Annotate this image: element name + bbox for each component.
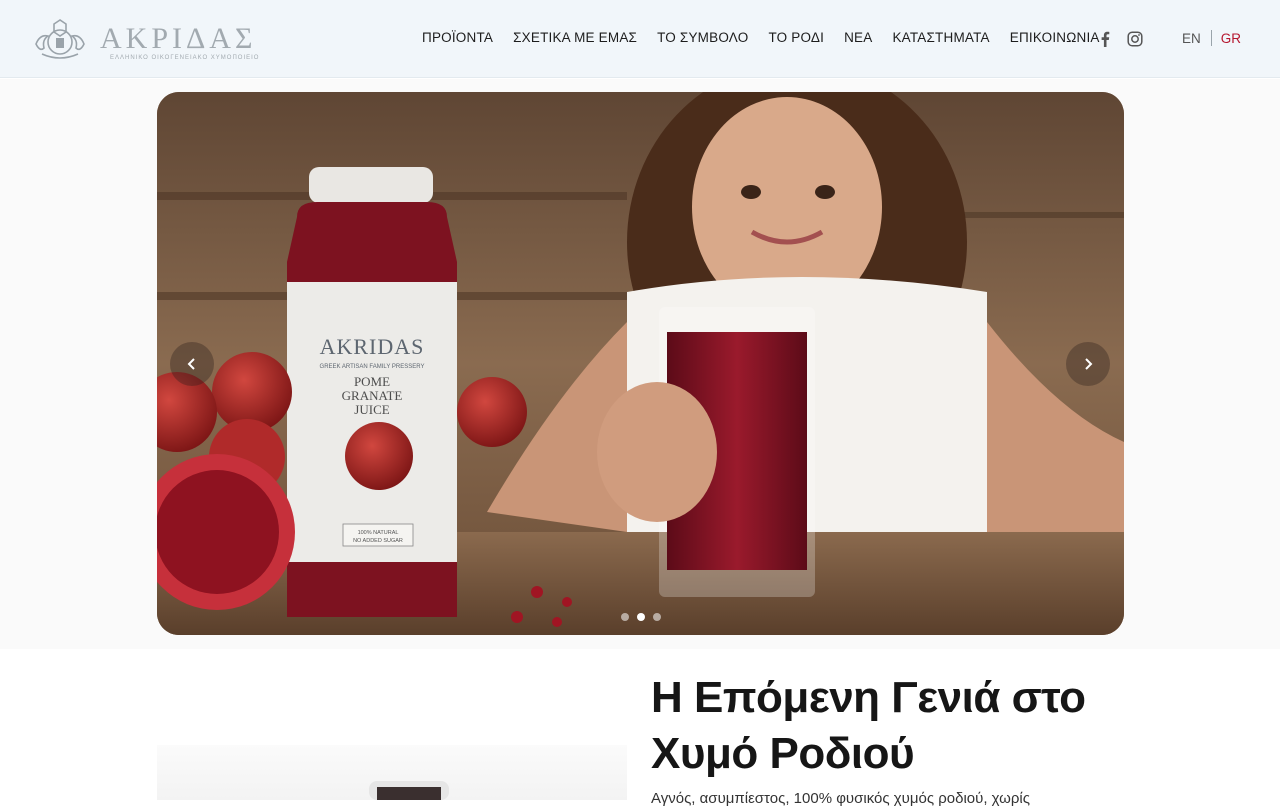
lang-gr-link[interactable]: GR: [1221, 31, 1241, 46]
language-switcher: EN GR: [1182, 30, 1241, 46]
bottle-product-2: GRANATE: [342, 388, 403, 403]
nav-item-pomegranate[interactable]: ΤΟ ΡΟΔΙ: [768, 30, 824, 45]
facebook-icon[interactable]: [1096, 30, 1114, 48]
slider-dot-1[interactable]: [621, 613, 629, 621]
main-nav: ΠΡΟΪΟΝΤΑ ΣΧΕΤΙΚΑ ΜΕ ΕΜΑΣ ΤΟ ΣΥΜΒΟΛΟ ΤΟ Ρ…: [422, 30, 1120, 45]
lang-en-link[interactable]: EN: [1182, 31, 1201, 46]
bottle-badge-1: 100% NATURAL: [358, 530, 399, 536]
nav-item-products[interactable]: ΠΡΟΪΟΝΤΑ: [422, 30, 493, 45]
bottle-product-3: JUICE: [354, 402, 389, 417]
slider-dot-3[interactable]: [653, 613, 661, 621]
slider-prev-button[interactable]: [170, 342, 214, 386]
bottle-brand: AKRIDAS: [320, 334, 425, 359]
nav-item-about[interactable]: ΣΧΕΤΙΚΑ ΜΕ ΕΜΑΣ: [513, 30, 637, 45]
nav-item-news[interactable]: ΝΕΑ: [844, 30, 872, 45]
nav-item-symbol[interactable]: ΤΟ ΣΥΜΒΟΛΟ: [657, 30, 748, 45]
slider-next-button[interactable]: [1066, 342, 1110, 386]
heading-line-1: Η Επόμενη Γενιά στο: [651, 673, 1086, 722]
nav-item-contact[interactable]: ΕΠΙΚΟΙΝΩΝΙΑ: [1010, 30, 1100, 45]
site-header: ΑΚΡΙΔΑΣ ΕΛΛΗΝΙΚΟ ΟΙΚΟΓΕΝΕΙΑΚΟ ΧΥΜΟΠΟΙΕΙΟ…: [0, 0, 1280, 78]
hero-slide-image: AKRIDAS GREEK ARTISAN FAMILY PRESSERY PO…: [157, 92, 1124, 635]
heading-line-2: Χυμό Ροδιού: [651, 729, 915, 778]
bottle-subtitle: GREEK ARTISAN FAMILY PRESSERY: [320, 364, 425, 370]
hero-slider[interactable]: AKRIDAS GREEK ARTISAN FAMILY PRESSERY PO…: [157, 92, 1124, 635]
section-heading: Η Επόμενη Γενιά στο Χυμό Ροδιού: [651, 670, 1211, 782]
bottle-product-1: POME: [354, 374, 390, 389]
logo-tagline: ΕΛΛΗΝΙΚΟ ΟΙΚΟΓΕΝΕΙΑΚΟ ΧΥΜΟΠΟΙΕΙΟ: [110, 55, 259, 61]
section-body-text: Αγνός, ασυμπίεστος, 100% φυσικός χυμός ρ…: [651, 790, 1030, 807]
instagram-icon[interactable]: [1126, 30, 1144, 48]
nav-item-stores[interactable]: ΚΑΤΑΣΤΗΜΑΤΑ: [892, 30, 989, 45]
social-links: [1096, 30, 1144, 48]
bottle-badge-2: NO ADDED SUGAR: [353, 538, 403, 544]
product-image: [157, 745, 627, 800]
chevron-right-icon: [1085, 358, 1093, 370]
slider-dot-2[interactable]: [637, 613, 645, 621]
brand-logo[interactable]: ΑΚΡΙΔΑΣ ΕΛΛΗΝΙΚΟ ΟΙΚΟΓΕΝΕΙΑΚΟ ΧΥΜΟΠΟΙΕΙΟ: [30, 14, 270, 64]
chevron-left-icon: [187, 358, 195, 370]
lang-divider: [1210, 30, 1212, 46]
logo-wordmark: ΑΚΡΙΔΑΣ: [100, 22, 256, 55]
slider-dots: [621, 613, 661, 621]
